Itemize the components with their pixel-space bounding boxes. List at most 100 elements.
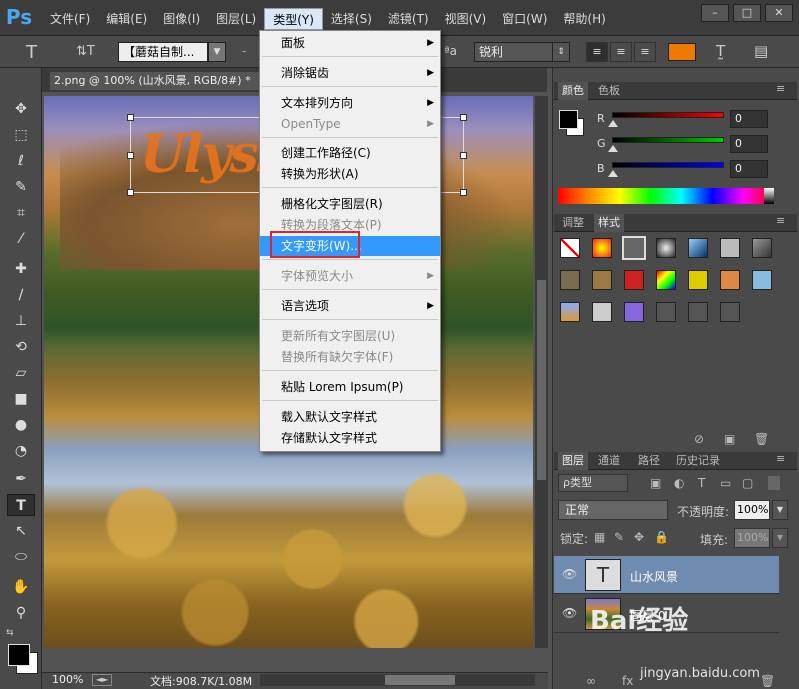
tab-paths[interactable]: 路径: [634, 452, 664, 470]
marquee-tool-icon[interactable]: ⬚: [7, 124, 35, 146]
style-none-swatch[interactable]: [560, 238, 580, 258]
menu-item-paste-lorem-ipsum[interactable]: 粘贴 Lorem Ipsum(P): [260, 377, 440, 397]
type-tool-icon-active[interactable]: T: [7, 494, 35, 516]
menu-select[interactable]: 选择(S): [323, 8, 380, 30]
minimize-button[interactable]: –: [701, 4, 729, 22]
menu-image[interactable]: 图像(I): [155, 8, 208, 30]
green-slider-thumb[interactable]: [608, 145, 618, 152]
tab-layers[interactable]: 图层: [558, 452, 588, 470]
horizontal-scroll-thumb[interactable]: [385, 675, 455, 685]
menu-item-font-preview-size[interactable]: 字体预览大小 ▶: [260, 266, 440, 286]
menu-view[interactable]: 视图(V): [437, 8, 495, 30]
style-swatch[interactable]: [624, 270, 644, 290]
panel-menu-icon[interactable]: ≡: [776, 82, 785, 95]
dodge-tool-icon[interactable]: ◔: [7, 440, 35, 462]
opacity-dropdown-icon[interactable]: ▼: [772, 500, 788, 520]
ellipse-tool-icon[interactable]: ⬭: [7, 546, 35, 568]
menu-window[interactable]: 窗口(W): [494, 8, 555, 30]
red-value[interactable]: 0: [730, 110, 768, 128]
style-swatch[interactable]: [592, 302, 612, 322]
antialias-select[interactable]: 锐利: [474, 42, 554, 62]
path-select-tool-icon[interactable]: ↖: [7, 520, 35, 542]
zoom-level[interactable]: 100%: [52, 673, 83, 686]
panel-menu-icon[interactable]: ≡: [776, 452, 785, 465]
transform-handle[interactable]: [460, 152, 467, 159]
style-swatch[interactable]: [656, 302, 676, 322]
tab-channels[interactable]: 通道: [594, 452, 624, 470]
layer-filter-kind[interactable]: ρ类型: [558, 474, 628, 492]
close-button[interactable]: ✕: [765, 4, 793, 22]
style-swatch[interactable]: [720, 270, 740, 290]
color-spectrum-bw[interactable]: [764, 188, 774, 204]
history-brush-tool-icon[interactable]: ⟲: [7, 336, 35, 358]
menu-item-language-options[interactable]: 语言选项 ▶: [260, 296, 440, 316]
gradient-tool-icon[interactable]: ■: [7, 388, 35, 410]
green-value[interactable]: 0: [730, 135, 768, 153]
swap-colors-icon[interactable]: ⇆: [6, 628, 14, 638]
filter-toggle-icon[interactable]: [768, 476, 780, 490]
lock-all-icon[interactable]: 🔒: [654, 530, 669, 544]
maximize-button[interactable]: □: [733, 4, 761, 22]
style-swatch[interactable]: [688, 302, 708, 322]
lock-transparent-icon[interactable]: ▦: [594, 530, 605, 544]
menu-item-create-work-path[interactable]: 创建工作路径(C): [260, 143, 440, 163]
warp-text-icon[interactable]: T̰: [716, 42, 725, 60]
fill-dropdown-icon[interactable]: ▼: [772, 528, 788, 548]
layer-style-icon[interactable]: fx: [622, 674, 633, 688]
blur-tool-icon[interactable]: ●: [7, 414, 35, 436]
blue-slider[interactable]: [612, 162, 724, 168]
menu-filter[interactable]: 滤镜(T): [380, 8, 437, 30]
tab-swatches[interactable]: 色板: [594, 82, 624, 100]
pen-tool-icon[interactable]: ✒: [7, 468, 35, 490]
style-swatch[interactable]: [752, 238, 772, 258]
red-slider[interactable]: [612, 112, 724, 118]
style-swatch[interactable]: [592, 238, 612, 258]
transform-handle[interactable]: [460, 189, 467, 196]
foreground-color-swatch[interactable]: [8, 644, 30, 666]
menu-item-update-all-text-layers[interactable]: 更新所有文字图层(U): [260, 326, 440, 346]
menu-item-antialias[interactable]: 消除锯齿 ▶: [260, 63, 440, 83]
crop-tool-icon[interactable]: ⌗: [7, 202, 35, 224]
menu-type[interactable]: 类型(Y): [264, 8, 323, 30]
document-tab[interactable]: 2.png @ 100% (山水风景, RGB/8#) *: [50, 72, 290, 90]
style-swatch[interactable]: [592, 270, 612, 290]
move-tool-icon[interactable]: ✥: [7, 98, 35, 120]
new-style-icon[interactable]: ▣: [724, 432, 735, 446]
clear-style-icon[interactable]: ⊘: [694, 432, 704, 446]
filter-type-icon[interactable]: T: [698, 476, 705, 490]
filter-smart-object-icon[interactable]: ▢: [742, 476, 753, 490]
eyedropper-tool-icon[interactable]: ⁄: [7, 228, 35, 250]
eye-icon[interactable]: 👁: [562, 567, 577, 581]
tab-history[interactable]: 历史记录: [672, 452, 724, 470]
fg-color-chip[interactable]: [559, 110, 578, 129]
align-right-button[interactable]: ≡: [634, 42, 656, 62]
link-layers-icon[interactable]: ∞: [586, 674, 596, 688]
healing-brush-tool-icon[interactable]: ✚: [7, 258, 35, 280]
text-orientation-icon[interactable]: ⇅T: [76, 44, 95, 59]
status-menu-icon[interactable]: ◄►: [92, 674, 112, 686]
quick-select-tool-icon[interactable]: ✎: [7, 176, 35, 198]
style-swatch[interactable]: [688, 238, 708, 258]
delete-layer-icon[interactable]: 🗑: [760, 674, 775, 688]
font-style-placeholder[interactable]: -: [242, 44, 246, 58]
style-swatch[interactable]: [688, 270, 708, 290]
color-spectrum-bar[interactable]: [558, 188, 774, 204]
style-swatch[interactable]: [720, 302, 740, 322]
transform-handle[interactable]: [127, 152, 134, 159]
eye-icon[interactable]: 👁: [562, 606, 577, 620]
blend-mode-select[interactable]: 正常: [558, 500, 668, 520]
blue-slider-thumb[interactable]: [608, 170, 618, 177]
style-swatch[interactable]: [656, 238, 676, 258]
menu-item-opentype[interactable]: OpenType ▶: [260, 114, 440, 134]
opacity-input[interactable]: 100%: [734, 500, 770, 520]
style-swatch[interactable]: [752, 270, 772, 290]
vertical-scroll-thumb[interactable]: [537, 280, 546, 480]
menu-file[interactable]: 文件(F): [42, 8, 98, 30]
style-swatch[interactable]: [560, 270, 580, 290]
layer-name[interactable]: 山水风景: [630, 568, 678, 585]
style-swatch-selected[interactable]: [622, 236, 646, 260]
font-family-dropdown-icon[interactable]: ▼: [208, 42, 226, 62]
menu-item-convert-to-shape[interactable]: 转换为形状(A): [260, 164, 440, 184]
transform-handle[interactable]: [127, 189, 134, 196]
style-swatch[interactable]: [624, 302, 644, 322]
